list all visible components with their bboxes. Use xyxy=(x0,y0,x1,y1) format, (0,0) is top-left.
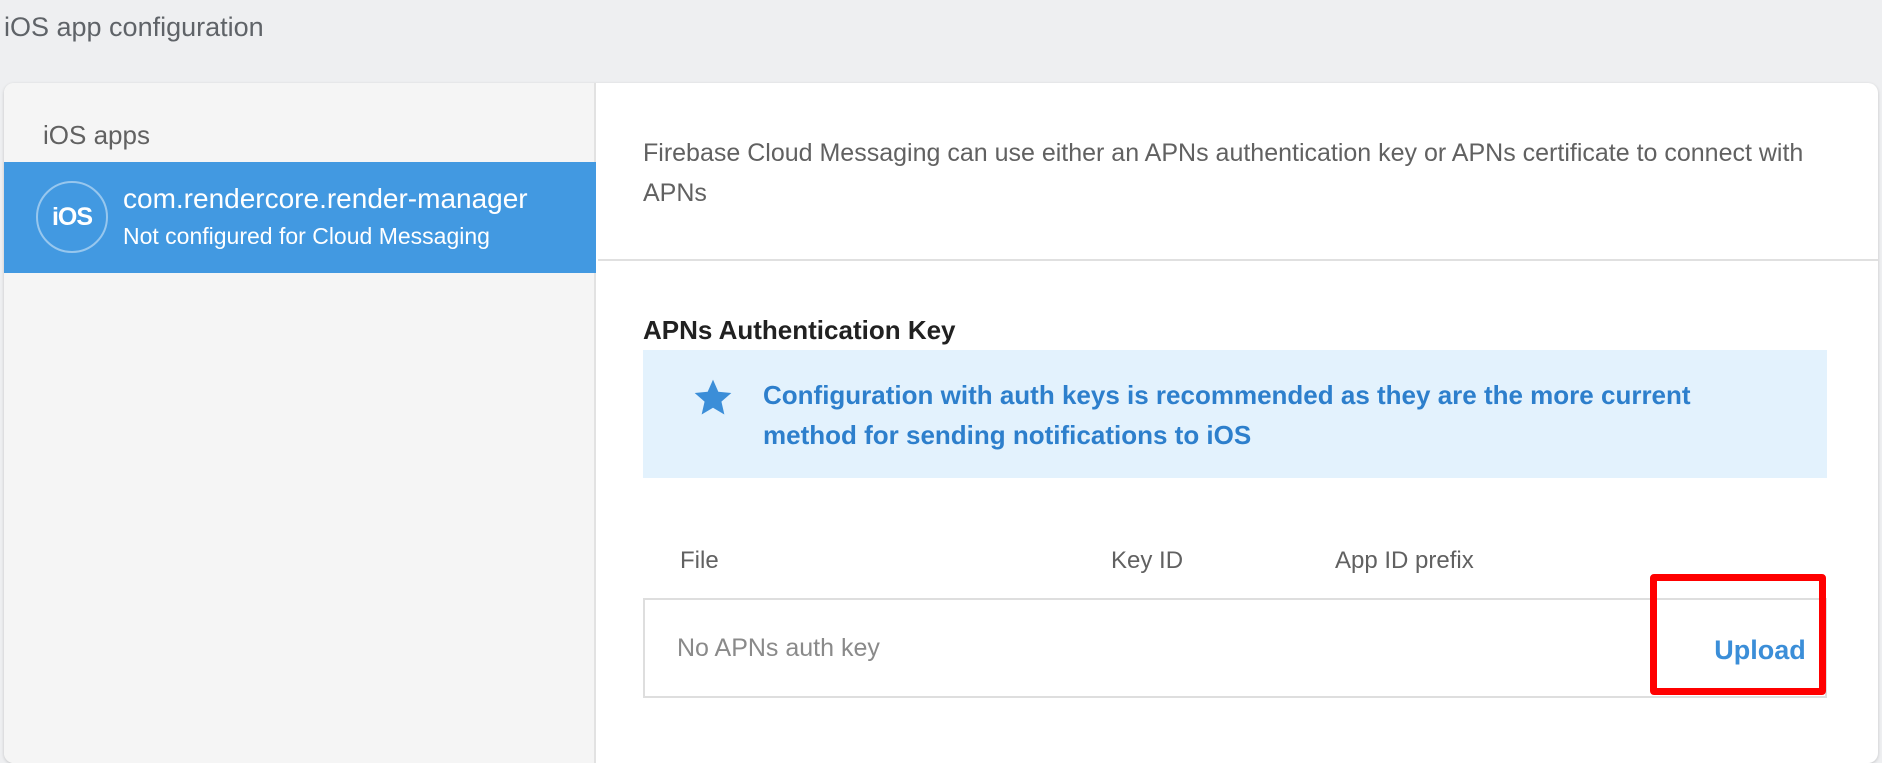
column-header-app-id-prefix: App ID prefix xyxy=(1335,547,1474,574)
auth-key-row: No APNs auth key Upload xyxy=(643,598,1827,698)
section-title: APNs Authentication Key xyxy=(643,315,956,345)
ios-config-card: iOS apps iOS com.rendercore.render-manag… xyxy=(4,83,1878,763)
notice-text: Configuration with auth keys is recommen… xyxy=(763,380,1691,450)
empty-state-text: No APNs auth key xyxy=(677,634,880,662)
recommendation-notice: Configuration with auth keys is recommen… xyxy=(643,350,1827,478)
page-title: iOS app configuration xyxy=(4,12,264,42)
app-status: Not configured for Cloud Messaging xyxy=(123,223,490,249)
main-panel: Firebase Cloud Messaging can use either … xyxy=(598,83,1878,763)
star-icon xyxy=(694,379,732,415)
sidebar-heading: iOS apps xyxy=(43,120,150,150)
divider xyxy=(598,259,1878,261)
sidebar-item-app[interactable]: iOS com.rendercore.render-manager Not co… xyxy=(4,162,596,273)
intro-text: Firebase Cloud Messaging can use either … xyxy=(643,139,1804,207)
column-header-file: File xyxy=(680,547,719,574)
app-bundle-id: com.rendercore.render-manager xyxy=(123,183,528,214)
sidebar: iOS apps iOS com.rendercore.render-manag… xyxy=(4,83,596,763)
upload-button[interactable]: Upload xyxy=(1700,620,1820,680)
column-header-key-id: Key ID xyxy=(1111,547,1184,574)
ios-app-icon: iOS xyxy=(36,181,108,253)
